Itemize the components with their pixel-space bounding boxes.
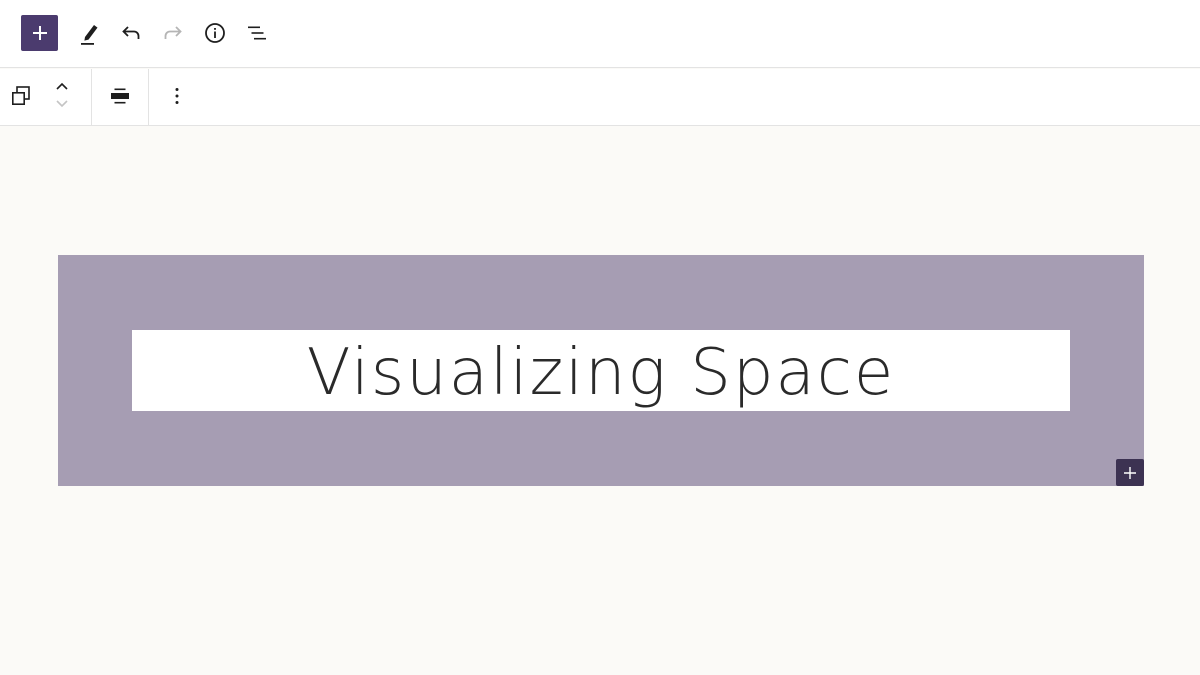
add-block-button[interactable] [1116, 459, 1144, 486]
move-up-button[interactable] [50, 77, 74, 95]
chevron-up-icon [56, 82, 68, 90]
editor-top-toolbar [0, 0, 1200, 68]
block-inserter-button[interactable] [21, 15, 58, 51]
plus-icon [1124, 466, 1136, 479]
redo-icon [164, 26, 182, 39]
block-toolbar [0, 69, 1200, 126]
more-vertical-icon [175, 88, 179, 104]
tools-button[interactable] [74, 18, 104, 48]
editor-canvas: Visualizing Space [0, 126, 1200, 675]
heading-block[interactable]: Visualizing Space [132, 330, 1070, 411]
cover-heading[interactable]: Visualizing Space [307, 341, 896, 405]
details-button[interactable] [200, 18, 230, 48]
toolbar-divider [148, 69, 149, 125]
align-button[interactable] [105, 81, 135, 111]
block-type-button[interactable] [6, 81, 36, 111]
move-down-button[interactable] [50, 96, 74, 112]
list-view-icon [248, 26, 266, 40]
cover-block[interactable]: Visualizing Space [58, 255, 1144, 486]
pencil-icon [81, 25, 98, 45]
chevron-down-icon [56, 100, 68, 108]
info-icon [205, 23, 225, 43]
redo-button[interactable] [158, 18, 188, 48]
cover-block-icon [11, 86, 30, 105]
toolbar-divider [91, 69, 92, 125]
undo-icon [122, 26, 140, 39]
list-view-button[interactable] [242, 18, 272, 48]
align-center-icon [111, 88, 129, 104]
plus-icon [32, 26, 47, 40]
undo-button[interactable] [116, 18, 146, 48]
options-button[interactable] [162, 81, 192, 111]
